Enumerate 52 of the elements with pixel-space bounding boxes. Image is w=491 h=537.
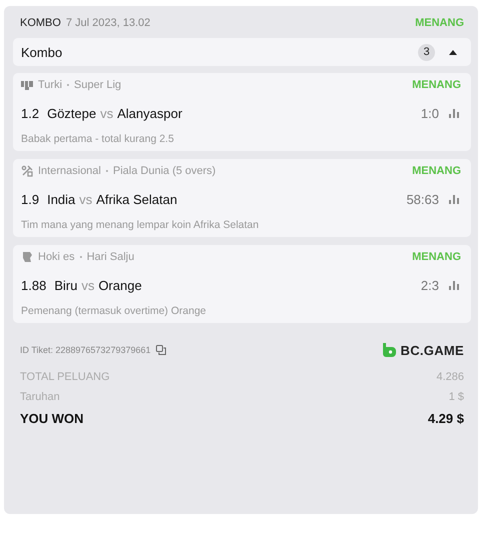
total-label: TOTAL PELUANG — [20, 371, 110, 383]
odds: 1.9 — [21, 192, 40, 206]
stats-icon — [449, 108, 459, 118]
league-name: Super Lig — [74, 79, 122, 91]
count-badge: 3 — [418, 44, 435, 60]
odds: 1.2 — [21, 106, 40, 120]
team-name: Göztepe — [47, 106, 96, 120]
score: 2:3 — [420, 278, 439, 292]
separator-dot — [80, 256, 82, 258]
league-name: Hoki es — [38, 251, 75, 263]
cricket-icon — [21, 165, 33, 177]
league-name: Turki — [38, 79, 62, 91]
market-text: Babak pertama - total kurang 2.5 — [21, 133, 175, 145]
team-name: India — [47, 192, 76, 206]
vs-label: vs — [81, 278, 94, 292]
market-text: Pemenang (termasuk overtime) Orange — [21, 305, 207, 317]
team-name: Orange — [98, 278, 142, 292]
bet-status: MENANG — [412, 251, 461, 263]
separator-dot — [106, 170, 108, 172]
bet-status: MENANG — [415, 17, 464, 29]
score: 1:0 — [420, 106, 439, 120]
team-name: Afrika Selatan — [96, 192, 178, 206]
separator-dot — [67, 84, 70, 86]
league-name: Internasional — [38, 165, 101, 177]
score: 58:63 — [406, 192, 439, 206]
team-name: Alanyaspor — [117, 106, 182, 120]
copy-icon[interactable] — [156, 345, 166, 355]
total-value: 4.29 $ — [428, 410, 464, 426]
total-value: 1 $ — [448, 391, 464, 403]
vs-label: vs — [79, 192, 92, 206]
bet-status: MENANG — [412, 165, 461, 177]
league-name: Hari Salju — [86, 251, 134, 263]
stats-icon — [449, 194, 459, 204]
ticket-id: ID Tiket: 2288976573279379661 — [20, 345, 151, 355]
caret-icon — [448, 48, 458, 56]
league-logo-icon — [21, 79, 33, 91]
total-label: Taruhan — [20, 391, 60, 403]
combo-title: Kombo — [21, 44, 62, 60]
market-text: Tim mana yang menang lempar koin Afrika Selatan — [21, 219, 260, 231]
vs-label: vs — [100, 106, 114, 120]
brand-logo-icon — [382, 343, 396, 357]
total-value: 4.286 — [436, 371, 464, 383]
total-label: YOU WON — [20, 410, 84, 426]
league-name: Piala Dunia (5 overs) — [113, 165, 216, 177]
odds: 1.88 — [21, 278, 46, 292]
combo-header[interactable]: Kombo 3 — [13, 38, 471, 66]
team-name: Biru — [54, 278, 78, 292]
bet-type: KOMBO — [20, 17, 61, 29]
bet-status: MENANG — [412, 79, 461, 91]
brand-name: BC.GAME — [400, 342, 464, 358]
bet-date: 7 Jul 2023, 13.02 — [66, 17, 150, 29]
stats-icon — [449, 280, 459, 290]
